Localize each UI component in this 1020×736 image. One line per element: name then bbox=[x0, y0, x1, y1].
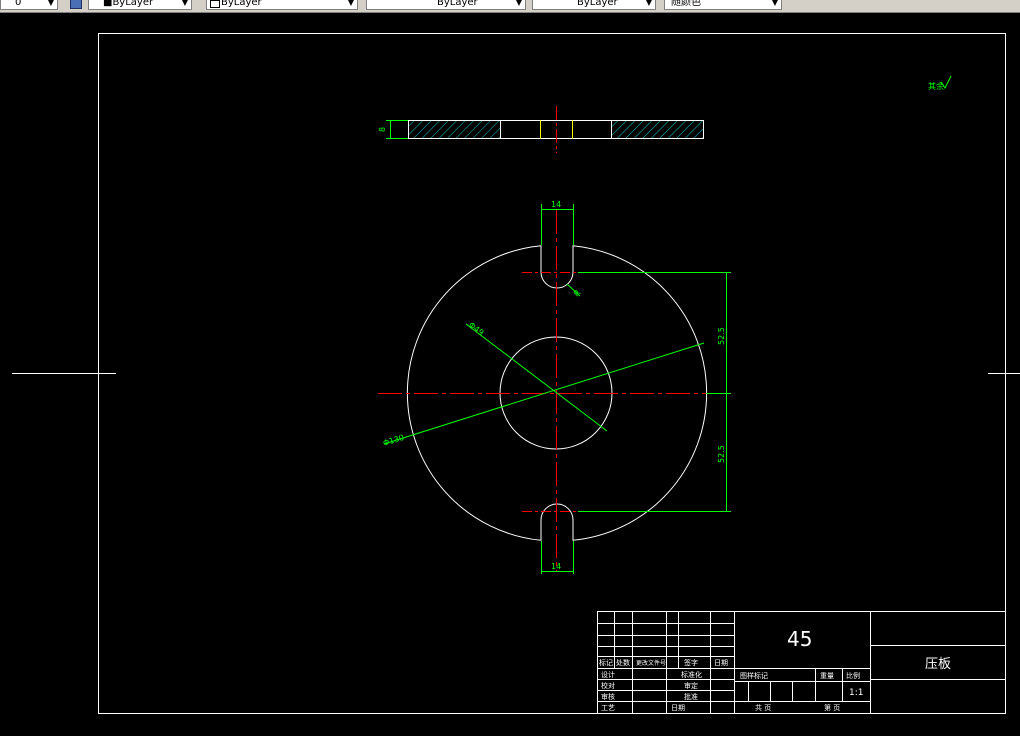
outer-diameter-dim: Φ130 bbox=[382, 433, 405, 448]
style-control-text: 随颜色 bbox=[671, 0, 701, 8]
header-sheet-no: 第 页 bbox=[824, 703, 840, 712]
chevron-down-icon: ▼ bbox=[771, 0, 778, 7]
material-text: 45 bbox=[787, 627, 812, 651]
layer-control[interactable]: 0 ▼ bbox=[0, 0, 58, 10]
header-stage-mark: 图样标记 bbox=[740, 671, 768, 680]
header-date2: 日期 bbox=[671, 704, 685, 712]
plan-view: 14 14 R Φ49 Φ130 52.5 52.5 bbox=[378, 200, 731, 574]
lineweight-control-text: ByLayer bbox=[437, 0, 478, 8]
chevron-down-icon: ▼ bbox=[515, 0, 522, 7]
chevron-down-icon: ▼ bbox=[645, 0, 652, 7]
header-design: 设计 bbox=[601, 670, 615, 679]
thickness-dim: 8 bbox=[378, 127, 387, 132]
linetype-control-text: ByLayer bbox=[221, 0, 262, 8]
part-name-text: 压板 bbox=[925, 657, 951, 672]
header-mark: 标记 bbox=[599, 658, 613, 667]
layer-manager-icon[interactable] bbox=[70, 0, 82, 9]
distance-bottom-dim: 52.5 bbox=[717, 445, 726, 463]
header-sheets-total: 共 页 bbox=[755, 703, 771, 712]
header-standardize: 标准化 bbox=[681, 670, 702, 679]
distance-top-dim: 52.5 bbox=[717, 327, 726, 345]
slot-width-bottom-dim: 14 bbox=[551, 562, 561, 571]
color-control-text: ■ByLayer bbox=[103, 0, 154, 8]
header-audit: 审核 bbox=[601, 692, 615, 701]
color-swatch-icon bbox=[210, 0, 220, 8]
slot-radius-dim: R bbox=[572, 288, 583, 299]
linetype-control[interactable]: ByLayer ▼ bbox=[206, 0, 358, 10]
section-view: 8 bbox=[378, 106, 704, 153]
lineweight-control[interactable]: ByLayer ▼ bbox=[366, 0, 526, 10]
style-control[interactable]: 随颜色 ▼ bbox=[664, 0, 782, 10]
plotstyle-control[interactable]: ByLayer ▼ bbox=[532, 0, 656, 10]
properties-toolbar: 0 ▼ ■ByLayer ▼ ByLayer ▼ ByLayer ▼ ByLay… bbox=[0, 0, 1020, 13]
layer-filter-text: 0 bbox=[15, 0, 22, 8]
bore-diameter-dim: Φ49 bbox=[467, 320, 486, 337]
header-process: 工艺 bbox=[601, 704, 615, 712]
header-review: 审定 bbox=[684, 681, 698, 690]
scale-value: 1:1 bbox=[849, 688, 863, 698]
color-control[interactable]: ■ByLayer ▼ bbox=[88, 0, 192, 10]
header-approve: 批准 bbox=[684, 692, 698, 701]
plotstyle-control-text: ByLayer bbox=[577, 0, 618, 8]
header-check: 校对 bbox=[601, 681, 615, 690]
title-block-text: 45 压板 1:1 标记 处数 更改文件号 签字 日期 设计 标准化 校对 审定… bbox=[599, 627, 951, 712]
chevron-down-icon: ▼ bbox=[47, 0, 54, 7]
chevron-down-icon: ▼ bbox=[181, 0, 188, 7]
header-scale: 比例 bbox=[846, 671, 860, 680]
header-signature: 签字 bbox=[684, 658, 698, 667]
roughness-symbol: 其余 bbox=[928, 75, 952, 91]
slot-width-top-dim: 14 bbox=[551, 200, 561, 209]
chevron-down-icon: ▼ bbox=[347, 0, 354, 7]
cad-drawing[interactable]: 其余 8 14 14 R Φ49 Φ130 52.5 52.5 45 压板 1:… bbox=[0, 13, 1020, 732]
header-date: 日期 bbox=[714, 659, 728, 667]
header-weight: 重量 bbox=[820, 672, 834, 680]
drawing-canvas[interactable]: 其余 8 14 14 R Φ49 Φ130 52.5 52.5 45 压板 1:… bbox=[0, 13, 1020, 732]
header-change-doc: 更改文件号 bbox=[636, 659, 666, 667]
header-count: 处数 bbox=[616, 658, 630, 667]
